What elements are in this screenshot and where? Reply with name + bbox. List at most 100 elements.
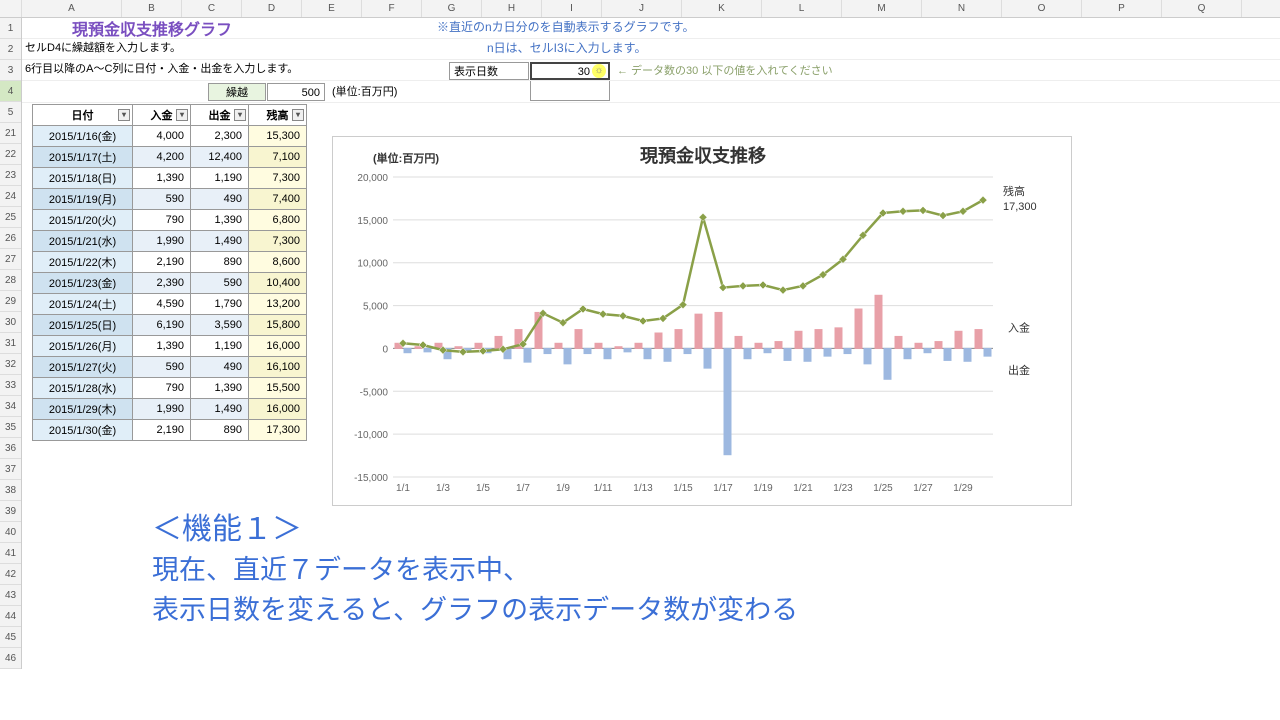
row-header-25[interactable]: 25 [0, 207, 21, 228]
row-header-44[interactable]: 44 [0, 606, 21, 627]
col-header-L[interactable]: L [762, 0, 842, 17]
table-header[interactable]: 残高▾ [249, 105, 307, 126]
row-header-34[interactable]: 34 [0, 396, 21, 417]
filter-dropdown-icon[interactable]: ▾ [176, 109, 188, 121]
table-row[interactable]: 2015/1/27(火)59049016,100 [33, 357, 307, 378]
row-header-33[interactable]: 33 [0, 375, 21, 396]
svg-text:出金: 出金 [1008, 363, 1030, 377]
svg-text:1/5: 1/5 [476, 483, 490, 494]
row-header-42[interactable]: 42 [0, 564, 21, 585]
row-header-4[interactable]: 4 [0, 81, 21, 102]
col-header-G[interactable]: G [422, 0, 482, 17]
unit-label: (単位:百万円) [332, 83, 397, 101]
filter-dropdown-icon[interactable]: ▾ [118, 109, 130, 121]
table-row[interactable]: 2015/1/29(木)1,9901,49016,000 [33, 399, 307, 420]
table-row[interactable]: 2015/1/16(金)4,0002,30015,300 [33, 126, 307, 147]
table-row[interactable]: 2015/1/28(水)7901,39015,500 [33, 378, 307, 399]
note-line-2: セルD4に繰越額を入力します。 [25, 39, 181, 55]
table-header[interactable]: 入金▾ [133, 105, 191, 126]
row-header-24[interactable]: 24 [0, 186, 21, 207]
table-row[interactable]: 2015/1/24(土)4,5901,79013,200 [33, 294, 307, 315]
table-row[interactable]: 2015/1/17(土)4,20012,4007,100 [33, 147, 307, 168]
filter-dropdown-icon[interactable]: ▾ [234, 109, 246, 121]
row-header-27[interactable]: 27 [0, 249, 21, 270]
col-header-F[interactable]: F [362, 0, 422, 17]
col-header-A[interactable]: A [22, 0, 122, 17]
table-row[interactable]: 2015/1/22(木)2,1908908,600 [33, 252, 307, 273]
col-header-B[interactable]: B [122, 0, 182, 17]
note-line-3: 6行目以降のA～C列に日付・入金・出金を入力します。 [25, 60, 298, 76]
svg-text:1/11: 1/11 [594, 483, 613, 494]
col-header-D[interactable]: D [242, 0, 302, 17]
row-header-30[interactable]: 30 [0, 312, 21, 333]
svg-text:現預金収支推移: 現預金収支推移 [640, 145, 766, 166]
display-days-input[interactable]: 30 [530, 62, 610, 80]
svg-text:1/17: 1/17 [713, 483, 733, 494]
svg-text:1/27: 1/27 [913, 483, 933, 494]
table-header[interactable]: 出金▾ [191, 105, 249, 126]
row-header-39[interactable]: 39 [0, 501, 21, 522]
col-header-H[interactable]: H [482, 0, 542, 17]
row-header-3[interactable]: 3 [0, 60, 21, 81]
table-row[interactable]: 2015/1/25(日)6,1903,59015,800 [33, 315, 307, 336]
row-header-26[interactable]: 26 [0, 228, 21, 249]
svg-text:1/29: 1/29 [953, 483, 973, 494]
col-header-M[interactable]: M [842, 0, 922, 17]
col-header-E[interactable]: E [302, 0, 362, 17]
table-row[interactable]: 2015/1/21(水)1,9901,4907,300 [33, 231, 307, 252]
row-header-22[interactable]: 22 [0, 144, 21, 165]
col-header-Q[interactable]: Q [1162, 0, 1242, 17]
data-table: 日付▾入金▾出金▾残高▾ 2015/1/16(金)4,0002,30015,30… [32, 104, 307, 441]
table-header[interactable]: 日付▾ [33, 105, 133, 126]
col-header-O[interactable]: O [1002, 0, 1082, 17]
col-header-K[interactable]: K [682, 0, 762, 17]
svg-text:残高: 残高 [1003, 184, 1025, 198]
table-row[interactable]: 2015/1/18(日)1,3901,1907,300 [33, 168, 307, 189]
annotation-line1: 現在、直近７データを表示中、 [152, 548, 530, 587]
col-header-J[interactable]: J [602, 0, 682, 17]
row-header-45[interactable]: 45 [0, 627, 21, 648]
annotation-line2: 表示日数を変えると、グラフの表示データ数が変わる [152, 588, 798, 627]
svg-text:-5,000: -5,000 [360, 387, 389, 398]
row-header-43[interactable]: 43 [0, 585, 21, 606]
table-row[interactable]: 2015/1/20(火)7901,3906,800 [33, 210, 307, 231]
col-header-I[interactable]: I [542, 0, 602, 17]
row-header-1[interactable]: 1 [0, 18, 21, 39]
svg-text:1/21: 1/21 [793, 483, 813, 494]
row-header-37[interactable]: 37 [0, 459, 21, 480]
row-header-40[interactable]: 40 [0, 522, 21, 543]
svg-text:1/1: 1/1 [396, 483, 410, 494]
svg-text:1/13: 1/13 [633, 483, 653, 494]
table-row[interactable]: 2015/1/19(月)5904907,400 [33, 189, 307, 210]
svg-text:10,000: 10,000 [357, 259, 388, 270]
row-header-46[interactable]: 46 [0, 648, 21, 669]
col-header-N[interactable]: N [922, 0, 1002, 17]
svg-text:0: 0 [382, 344, 388, 355]
row-header-5[interactable]: 5 [0, 102, 21, 123]
row-header-35[interactable]: 35 [0, 417, 21, 438]
svg-text:17,300: 17,300 [1003, 201, 1037, 213]
hint-text: ← データ数の30 以下の値を入れてください [617, 62, 833, 78]
svg-text:-10,000: -10,000 [354, 430, 388, 441]
row-header-28[interactable]: 28 [0, 270, 21, 291]
row-header-38[interactable]: 38 [0, 480, 21, 501]
row-header-36[interactable]: 36 [0, 438, 21, 459]
col-header-C[interactable]: C [182, 0, 242, 17]
table-row[interactable]: 2015/1/23(金)2,39059010,400 [33, 273, 307, 294]
table-row[interactable]: 2015/1/30(金)2,19089017,300 [33, 420, 307, 441]
carryover-value[interactable]: 500 [267, 83, 325, 101]
note-blue-1: ※直近のnカ日分のを自動表示するグラフです。 [437, 18, 694, 35]
row-header-31[interactable]: 31 [0, 333, 21, 354]
svg-text:20,000: 20,000 [357, 173, 388, 184]
row-header-21[interactable]: 21 [0, 123, 21, 144]
row-header-29[interactable]: 29 [0, 291, 21, 312]
table-row[interactable]: 2015/1/26(月)1,3901,19016,000 [33, 336, 307, 357]
filter-dropdown-icon[interactable]: ▾ [292, 109, 304, 121]
svg-text:(単位:百万円): (単位:百万円) [373, 151, 439, 165]
col-header-P[interactable]: P [1082, 0, 1162, 17]
row-header-23[interactable]: 23 [0, 165, 21, 186]
cell-i4[interactable] [530, 81, 610, 101]
row-header-41[interactable]: 41 [0, 543, 21, 564]
row-header-32[interactable]: 32 [0, 354, 21, 375]
row-header-2[interactable]: 2 [0, 39, 21, 60]
